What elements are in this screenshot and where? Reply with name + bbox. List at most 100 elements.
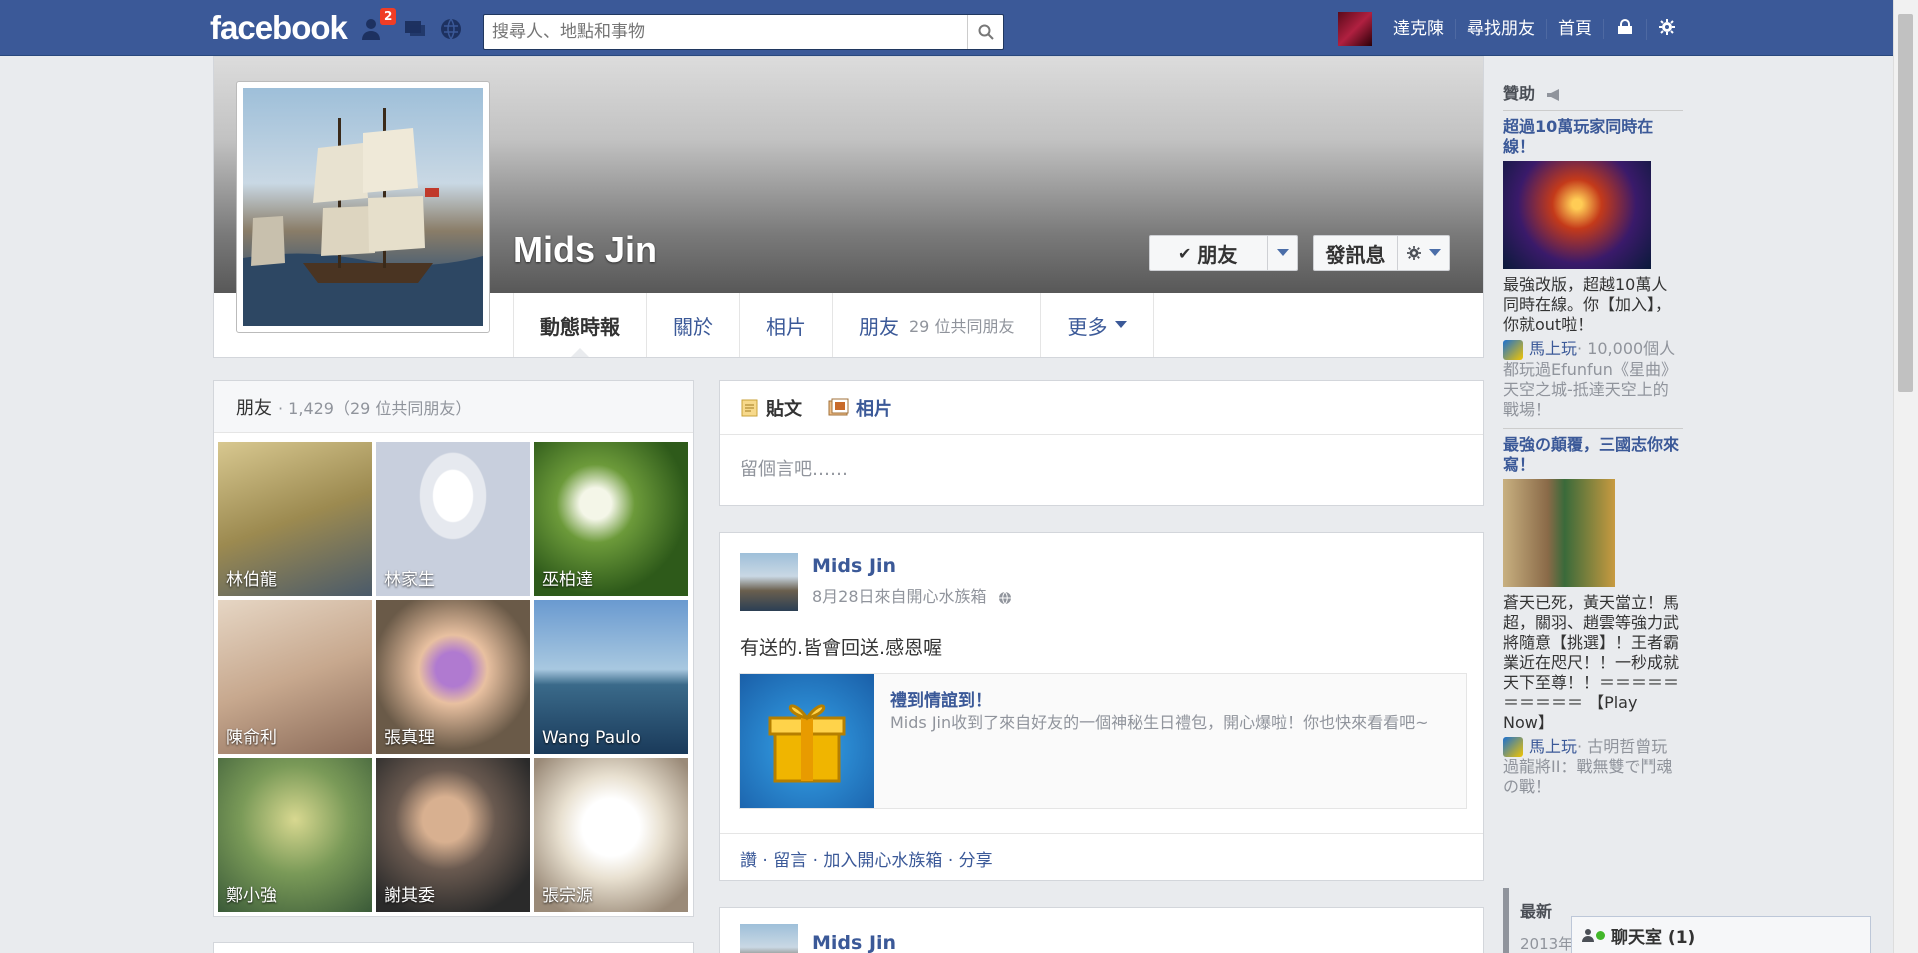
- tab-photos[interactable]: 相片: [739, 293, 832, 357]
- profile-picture[interactable]: [236, 81, 490, 333]
- friend-name[interactable]: 巫柏達: [542, 565, 593, 590]
- notifications-globe-icon[interactable]: [438, 16, 464, 42]
- timeline-year-link[interactable]: 2013年: [1520, 933, 1573, 953]
- friend-tile[interactable]: 林伯龍: [218, 442, 372, 596]
- friend-tile[interactable]: 巫柏達: [534, 442, 688, 596]
- post-composer: 貼文 相片 留個言吧……: [719, 380, 1484, 506]
- tab-friends-label: 朋友: [859, 314, 899, 339]
- chat-tab[interactable]: 聊天室 (1): [1571, 916, 1871, 953]
- post-author-avatar[interactable]: [740, 924, 798, 953]
- shared-story-title[interactable]: 禮到情誼到！: [890, 686, 992, 711]
- post-author-avatar[interactable]: [740, 553, 798, 611]
- facebook-logo[interactable]: facebook: [210, 9, 348, 47]
- friend-tile[interactable]: 林家生: [376, 442, 530, 596]
- post-note-icon: [741, 399, 758, 416]
- friend-name[interactable]: Wang Paulo: [542, 728, 641, 748]
- friends-box-header[interactable]: 朋友 · 1,429（29 位共同朋友）: [214, 381, 693, 433]
- ad-body: 蒼天已死，黃天當立！馬超，關羽、趙雲等強力武將隨意【挑選】！王者霸業近在咫尺！！…: [1503, 592, 1680, 732]
- app-icon: [1503, 339, 1523, 360]
- tab-timeline[interactable]: 動態時報: [513, 293, 646, 357]
- tab-about[interactable]: 關於: [646, 293, 739, 357]
- friend-name[interactable]: 林家生: [384, 565, 435, 590]
- post-timestamp[interactable]: 8月28日來自開心水族箱: [812, 587, 987, 606]
- timeline-post: Mids Jin 8月28日來自開心水族箱 有送的.皆會回送.感恩喔 禮到情誼到…: [719, 532, 1484, 881]
- ad-image[interactable]: [1503, 161, 1651, 269]
- search-input[interactable]: [492, 15, 952, 49]
- friend-tile[interactable]: 陳俞利: [218, 600, 372, 754]
- megaphone-icon: [1546, 88, 1559, 101]
- sponsored-label: 贊助: [1503, 84, 1536, 103]
- post-author-name[interactable]: Mids Jin: [812, 555, 896, 577]
- friend-button[interactable]: ✔ 朋友: [1149, 235, 1298, 271]
- sponsored-header: 贊助: [1503, 80, 1683, 111]
- find-friends-link[interactable]: 尋找朋友: [1456, 19, 1547, 39]
- post-actions[interactable]: 讚 · 留言 · 加入開心水族箱 · 分享: [720, 833, 1483, 880]
- search-icon: [978, 24, 994, 40]
- friend-name[interactable]: 張宗源: [542, 881, 593, 906]
- friend-tile[interactable]: 張宗源: [534, 758, 688, 912]
- friend-name[interactable]: 鄭小強: [226, 881, 277, 906]
- shared-story-card[interactable]: 禮到情誼到！ Mids Jin收到了來自好友的一個神秘生日禮包，開心爆啦！你也快…: [739, 673, 1467, 809]
- post-text: 有送的.皆會回送.感恩喔: [740, 637, 943, 659]
- scrollbar-thumb[interactable]: [1898, 14, 1913, 392]
- message-button[interactable]: 發訊息: [1313, 235, 1398, 271]
- ad-source-link[interactable]: 馬上玩: [1529, 737, 1577, 756]
- ad-title[interactable]: 最強の顛覆，三國志你來寫！: [1503, 435, 1683, 475]
- settings-gear-icon[interactable]: [1647, 18, 1687, 40]
- profile-name: Mids Jin: [513, 229, 658, 270]
- ad-unit[interactable]: 最強の顛覆，三國志你來寫！ 蒼天已死，黃天當立！馬超，關羽、趙雲等強力武將隨意【…: [1503, 429, 1683, 806]
- chat-label: 聊天室 (1): [1611, 927, 1696, 948]
- gift-box-image[interactable]: [740, 674, 874, 808]
- tab-photos-label: 相片: [766, 314, 806, 339]
- post-author-name[interactable]: Mids Jin: [812, 932, 896, 953]
- home-link[interactable]: 首頁: [1547, 19, 1604, 39]
- search-box[interactable]: [483, 14, 1004, 50]
- check-icon: ✔: [1178, 243, 1192, 263]
- tab-more-label: 更多: [1067, 314, 1108, 339]
- ad-title[interactable]: 超過10萬玩家同時在線！: [1503, 117, 1683, 157]
- friend-name[interactable]: 陳俞利: [226, 723, 277, 748]
- ad-unit[interactable]: 超過10萬玩家同時在線！ 最強改版，超越10萬人同時在線。你【加入】，你就out…: [1503, 111, 1683, 429]
- composer-tabs: 貼文 相片: [720, 381, 1483, 435]
- search-button[interactable]: [967, 15, 1003, 49]
- ad-source-link[interactable]: 馬上玩: [1529, 339, 1577, 358]
- friend-dropdown-chevron-icon[interactable]: [1267, 236, 1297, 270]
- composer-tab-photo-label: 相片: [856, 398, 892, 420]
- tab-about-label: 關於: [673, 314, 713, 339]
- user-name-link[interactable]: 達克陳: [1382, 19, 1456, 39]
- friend-tile[interactable]: 鄭小強: [218, 758, 372, 912]
- top-right-nav: 達克陳 尋找朋友 首頁: [1338, 12, 1687, 46]
- person-icon: [1582, 929, 1594, 942]
- timeline-scrubber-marker: [1503, 888, 1517, 953]
- friend-tile[interactable]: 張真理: [376, 600, 530, 754]
- mutual-friends-count: 29 位共同朋友: [909, 317, 1015, 336]
- gear-icon: [1406, 246, 1421, 260]
- privacy-lock-icon[interactable]: [1604, 18, 1647, 40]
- tab-friends[interactable]: 朋友 29 位共同朋友: [832, 293, 1040, 357]
- tab-more[interactable]: 更多: [1040, 293, 1155, 357]
- public-globe-icon: [998, 591, 1011, 604]
- friends-box-title[interactable]: 朋友: [236, 394, 272, 420]
- messages-icon[interactable]: [402, 16, 428, 42]
- composer-tab-post[interactable]: 貼文: [740, 395, 802, 421]
- ad-social-context: 馬上玩· 10,000個人都玩過Efunfun《星曲》 天空之城-抵達天空上的戰…: [1503, 339, 1683, 420]
- ads-column: 贊助 超過10萬玩家同時在線！ 最強改版，超越10萬人同時在線。你【加入】，你就…: [1503, 80, 1683, 805]
- ad-social-context: 馬上玩· 古明哲曾玩過龍將II：戰無雙で鬥魂の戰！: [1503, 737, 1683, 798]
- composer-tab-photo[interactable]: 相片: [828, 395, 892, 421]
- user-avatar[interactable]: [1338, 12, 1372, 46]
- friend-name[interactable]: 謝其委: [384, 881, 435, 906]
- composer-input[interactable]: 留個言吧……: [720, 435, 1483, 501]
- friend-name[interactable]: 張真理: [384, 723, 435, 748]
- ad-image[interactable]: [1503, 478, 1615, 587]
- chevron-down-icon: [1428, 249, 1441, 256]
- friend-tile[interactable]: Wang Paulo: [534, 600, 688, 754]
- friend-tile[interactable]: 謝其委: [376, 758, 530, 912]
- composer-tab-post-label: 貼文: [766, 398, 802, 420]
- friend-name[interactable]: 林伯龍: [226, 565, 277, 590]
- ad-body: 最強改版，超越10萬人同時在線。你【加入】，你就out啦！: [1503, 275, 1672, 334]
- page-scrollbar[interactable]: [1893, 0, 1918, 953]
- chevron-down-icon: [1115, 321, 1128, 328]
- timeline-latest-link[interactable]: 最新: [1520, 898, 1552, 922]
- profile-options-button[interactable]: [1397, 235, 1450, 271]
- app-icon: [1503, 737, 1523, 757]
